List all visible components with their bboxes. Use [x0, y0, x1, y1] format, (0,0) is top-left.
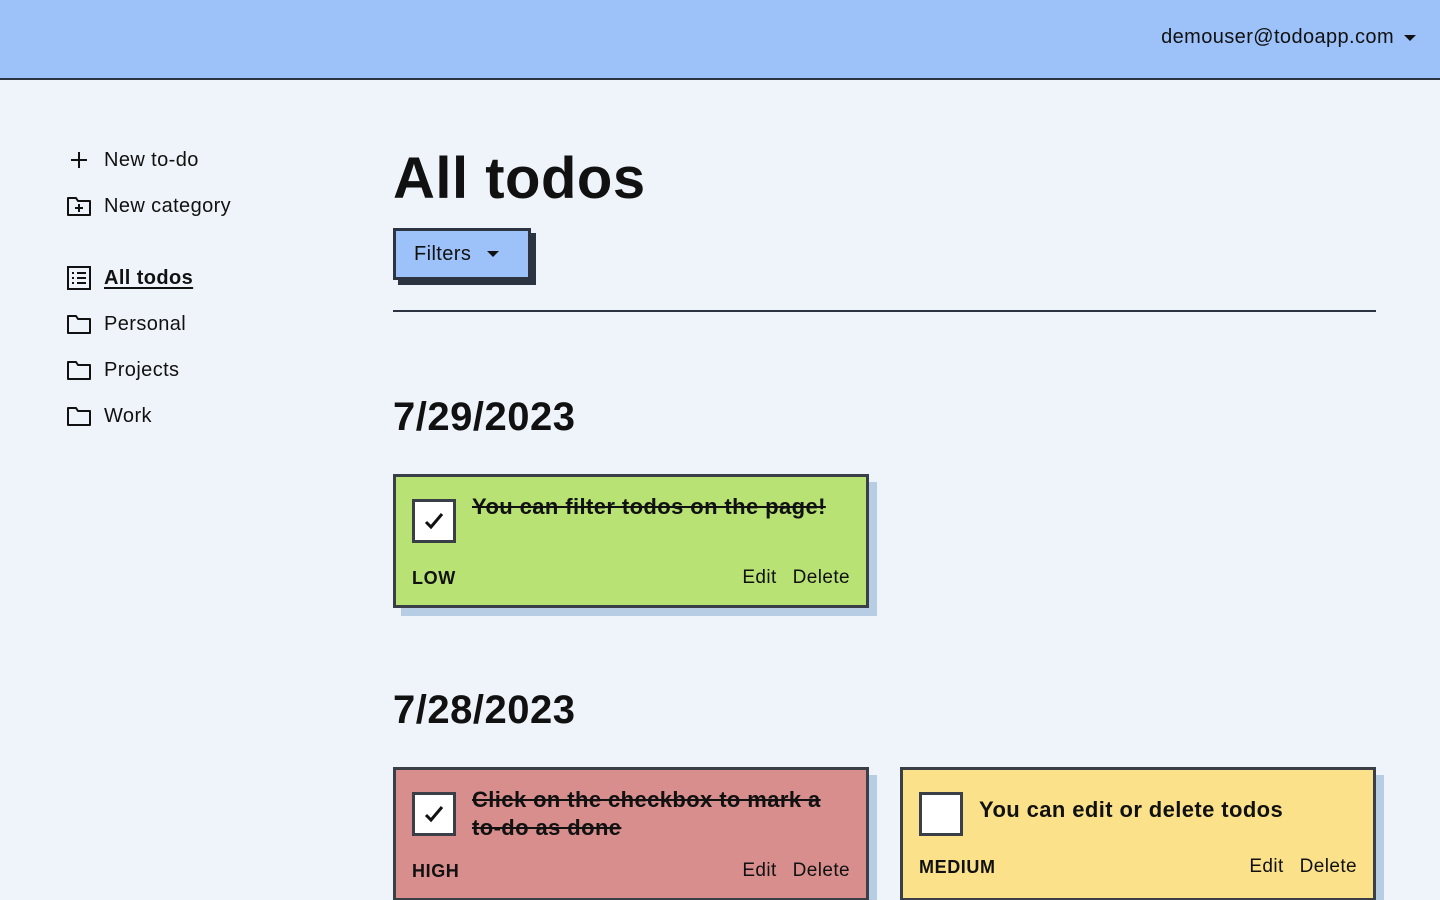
delete-button[interactable]: Delete [793, 567, 850, 589]
todo-checkbox[interactable] [412, 792, 456, 836]
new-todo-label: New to-do [104, 148, 199, 171]
filters-label: Filters [414, 242, 472, 265]
folder-icon [67, 361, 91, 380]
todo-checkbox[interactable] [919, 792, 963, 836]
priority-label: MEDIUM [919, 857, 996, 877]
delete-button[interactable]: Delete [793, 860, 850, 882]
new-category-label: New category [104, 194, 232, 217]
main-content: All todos Filters 7/29/2023 You can filt… [393, 140, 1376, 900]
user-email: demouser@todoapp.com [1161, 26, 1394, 48]
edit-button[interactable]: Edit [1249, 856, 1283, 878]
new-todo-button[interactable]: New to-do [66, 140, 346, 180]
edit-button[interactable]: Edit [742, 860, 776, 882]
sidebar-item-all-todos[interactable]: All todos [66, 258, 346, 298]
todo-title: You can edit or delete todos [979, 797, 1284, 822]
folder-plus-icon [67, 197, 91, 216]
todo-title: Click on the checkbox to mark a to-do as… [472, 787, 821, 840]
plus-icon [71, 152, 87, 168]
todo-card: Click on the checkbox to mark a to-do as… [393, 767, 869, 900]
date-heading: 7/29/2023 [393, 395, 576, 439]
todo-card: You can filter todos on the page! LOW Ed… [393, 474, 869, 608]
divider [393, 310, 1376, 312]
folder-icon [67, 407, 91, 426]
sidebar-item-projects[interactable]: Projects [66, 350, 346, 390]
folder-icon [67, 315, 91, 334]
user-menu[interactable]: demouser@todoapp.com [1161, 26, 1416, 49]
sidebar: New to-do New category All todos Persona… [66, 140, 346, 442]
sidebar-item-personal[interactable]: Personal [66, 304, 346, 344]
sidebar-item-label: Personal [104, 312, 187, 335]
priority-label: LOW [412, 568, 456, 588]
sidebar-item-work[interactable]: Work [66, 396, 346, 436]
checkmark-icon [424, 806, 444, 823]
todo-checkbox[interactable] [412, 499, 456, 543]
delete-button[interactable]: Delete [1300, 856, 1357, 878]
page-title: All todos [393, 146, 646, 211]
top-bar: demouser@todoapp.com [0, 0, 1440, 80]
chevron-down-icon [1404, 34, 1416, 41]
todo-title: You can filter todos on the page! [472, 494, 826, 519]
filters-button[interactable]: Filters [393, 228, 531, 280]
todo-card: You can edit or delete todos MEDIUM Edit… [900, 767, 1376, 900]
chevron-down-icon [487, 251, 500, 257]
priority-label: HIGH [412, 861, 460, 881]
list-icon [67, 266, 91, 290]
date-heading: 7/28/2023 [393, 688, 576, 732]
new-category-button[interactable]: New category [66, 186, 346, 226]
sidebar-item-label: Projects [104, 358, 180, 381]
sidebar-item-label: All todos [104, 266, 194, 289]
checkmark-icon [424, 513, 444, 530]
sidebar-item-label: Work [104, 404, 152, 427]
edit-button[interactable]: Edit [742, 567, 776, 589]
